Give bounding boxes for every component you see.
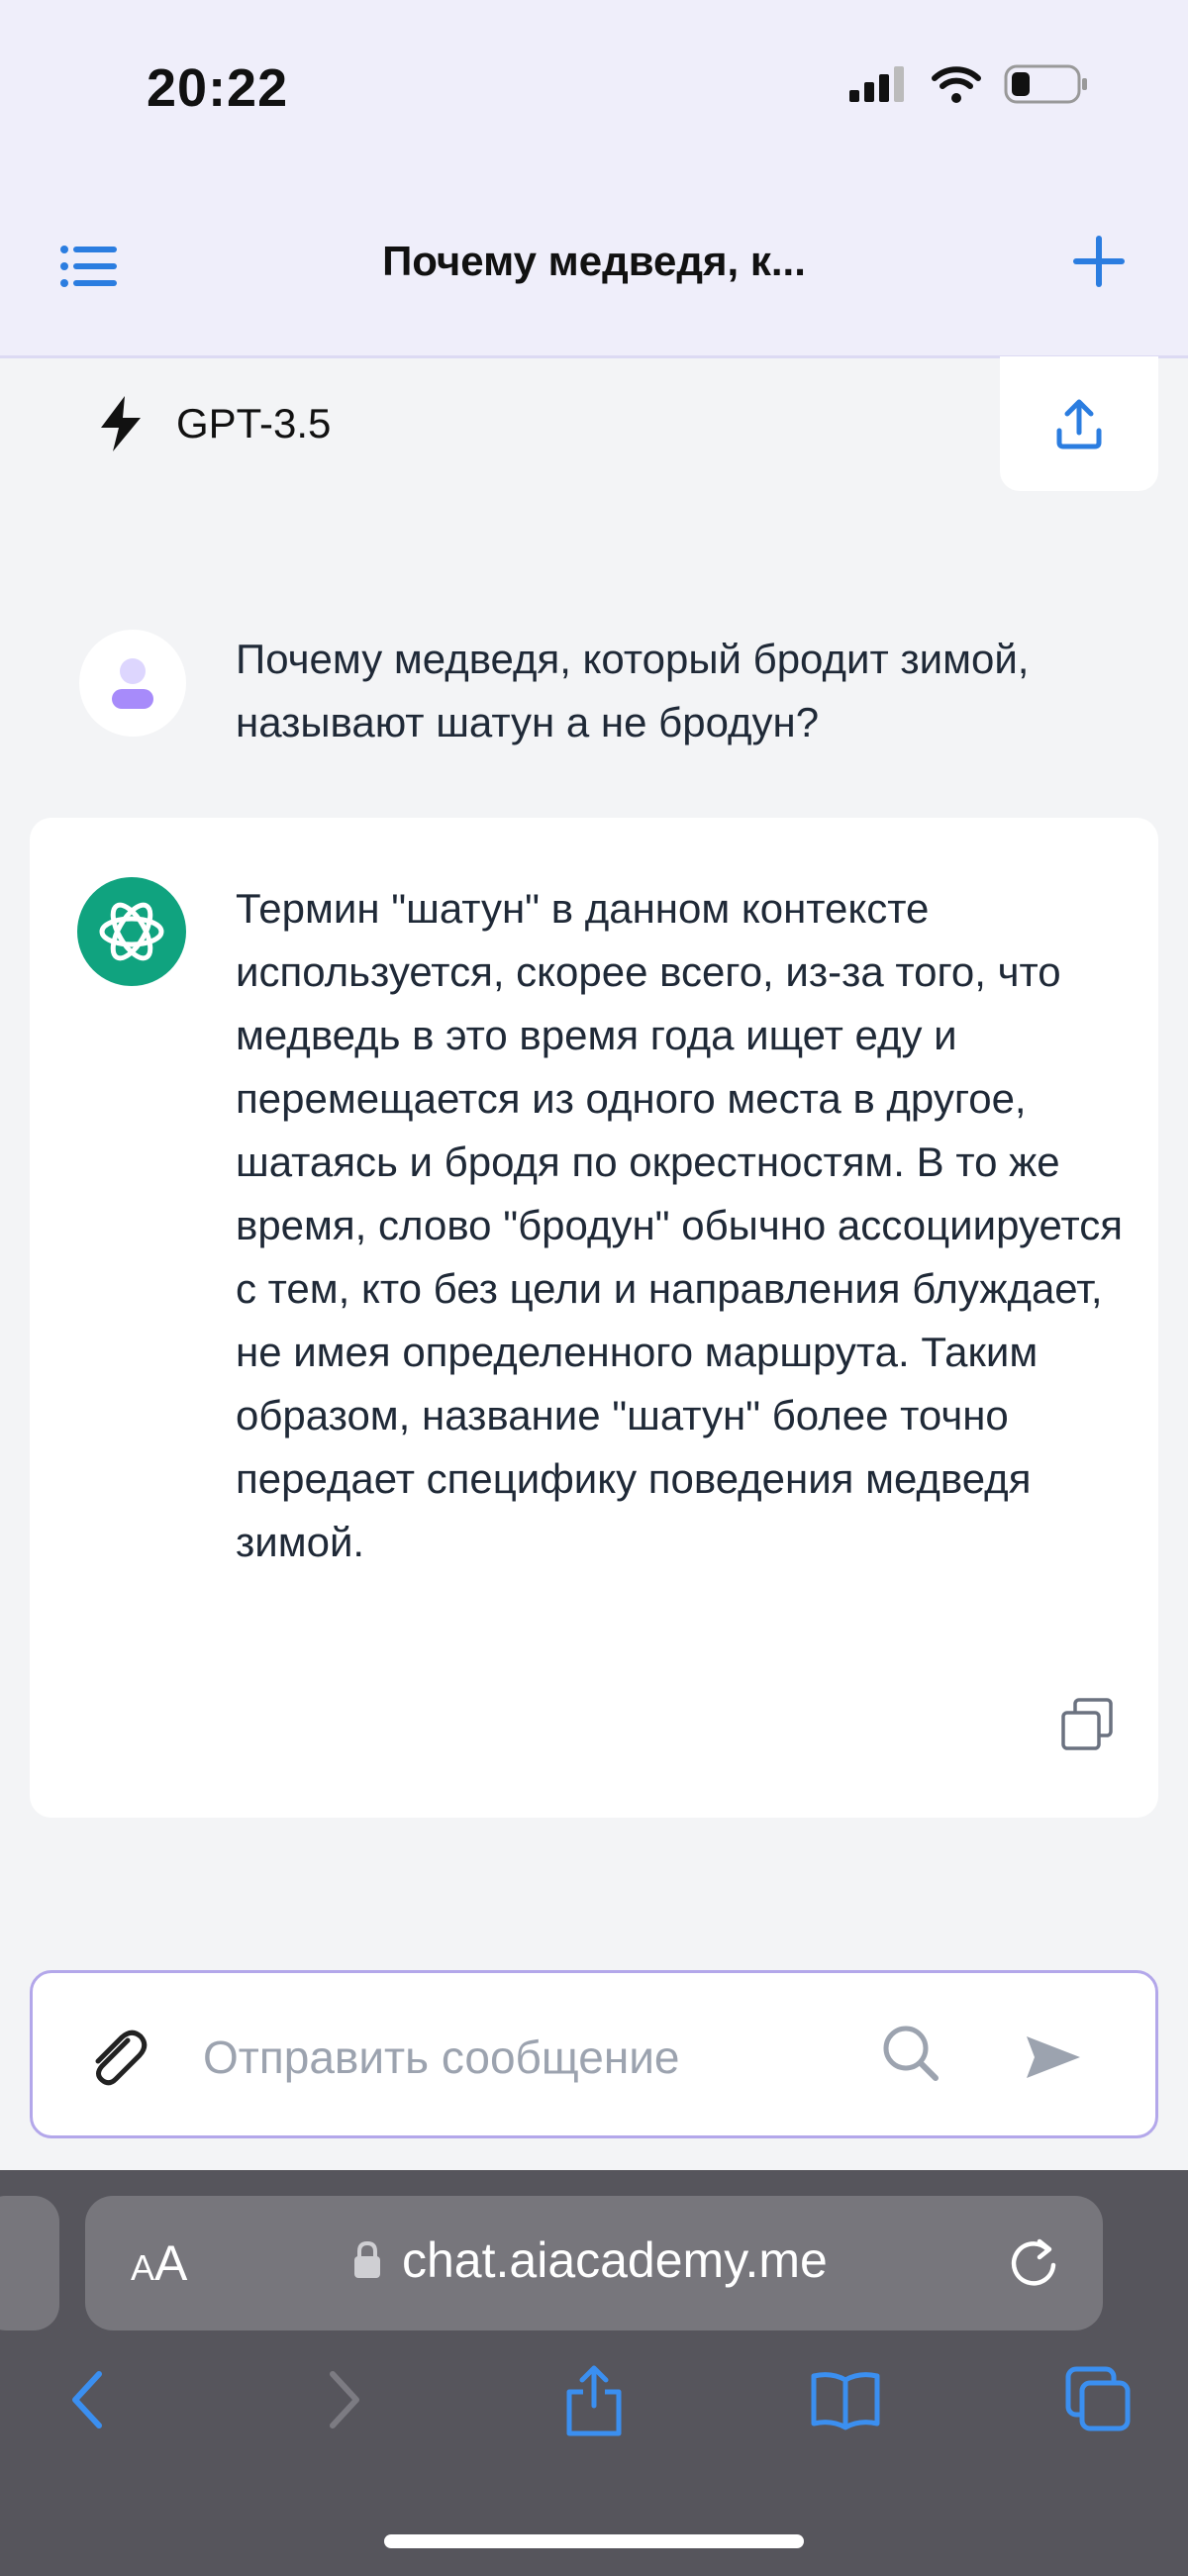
text-size-button[interactable]: AA [131, 2235, 187, 2296]
home-indicator [384, 2534, 804, 2548]
openai-logo-icon [77, 877, 186, 986]
app-header: 20:22 Почему медведя, к... [0, 0, 1188, 358]
address-bar[interactable]: AA chat.aiacademy.me [85, 2196, 1103, 2330]
plus-icon [1073, 236, 1125, 287]
forward-button[interactable] [305, 2360, 384, 2439]
model-label: GPT-3.5 [176, 400, 332, 446]
attach-button[interactable] [82, 2023, 151, 2092]
share-upload-icon [1056, 399, 1102, 449]
model-selector[interactable]: GPT-3.5 [95, 394, 331, 453]
new-chat-button[interactable] [1071, 234, 1127, 289]
user-message: Почему медведя, который бродит зимой, на… [236, 636, 1030, 745]
chat-title: Почему медведя, к... [382, 238, 806, 284]
back-icon [72, 2371, 102, 2428]
send-button[interactable] [1019, 2023, 1088, 2092]
previous-tab-peek[interactable] [0, 2196, 59, 2330]
browser-nav [0, 2360, 1188, 2449]
assistant-avatar [77, 877, 186, 986]
share-button[interactable] [554, 2360, 634, 2439]
battery-icon [1004, 64, 1087, 104]
forward-icon [330, 2371, 359, 2428]
wifi-icon [932, 66, 981, 103]
tabs-button[interactable] [1059, 2360, 1138, 2439]
paperclip-icon [95, 2030, 148, 2086]
search-button[interactable] [876, 2019, 945, 2088]
back-button[interactable] [48, 2360, 127, 2439]
share-icon [566, 2365, 622, 2436]
url-text: chat.aiacademy.me [402, 2232, 828, 2288]
bolt-icon [101, 396, 141, 451]
avatar [79, 630, 186, 737]
assistant-message: Термин "шатун" в данном контексте исполь… [236, 885, 1123, 1565]
status-time: 20:22 [147, 58, 289, 118]
url-display[interactable]: chat.aiacademy.me [352, 2231, 828, 2289]
share-chat-button[interactable] [1000, 356, 1158, 491]
aa-large: A [154, 2235, 188, 2291]
lock-icon [354, 2240, 380, 2278]
search-icon [883, 2026, 939, 2081]
reload-icon [1011, 2238, 1056, 2286]
aa-small: A [131, 2247, 155, 2288]
message-composer [30, 1970, 1158, 2138]
send-icon [1027, 2036, 1080, 2078]
bookmarks-icon [811, 2372, 880, 2430]
copy-button[interactable] [1059, 1697, 1115, 1752]
user-avatar-icon [112, 658, 153, 709]
message-input[interactable] [203, 2025, 757, 2090]
tabs-icon [1065, 2366, 1131, 2431]
copy-icon [1061, 1698, 1113, 1750]
status-icons [847, 63, 1089, 105]
browser-toolbar: AA chat.aiacademy.me [0, 2170, 1188, 2576]
signal-icon [849, 66, 904, 102]
bookmarks-button[interactable] [806, 2360, 885, 2439]
assistant-message-card: Термин "шатун" в данном контексте исполь… [30, 818, 1158, 1818]
reload-button[interactable] [1004, 2233, 1063, 2293]
